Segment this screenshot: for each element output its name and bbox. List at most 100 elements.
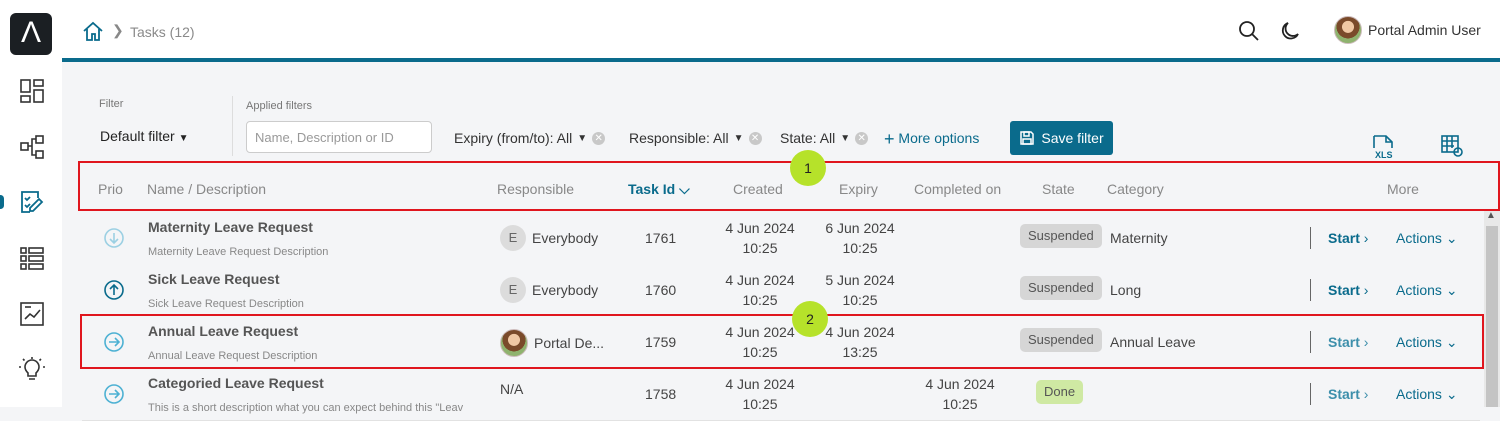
- start-label: Start: [1328, 282, 1360, 298]
- state-chip-label: State: All: [780, 130, 836, 146]
- actions-dropdown[interactable]: Actions ⌄: [1396, 386, 1458, 403]
- responsible-cell: E Everybody: [500, 277, 598, 303]
- col-expiry[interactable]: Expiry: [839, 181, 878, 197]
- col-prio[interactable]: Prio: [98, 181, 123, 197]
- status-badge: Suspended: [1020, 224, 1102, 248]
- user-menu[interactable]: Portal Admin User: [1334, 16, 1481, 44]
- home-icon[interactable]: [82, 20, 104, 42]
- created-date: 4 Jun 2024: [725, 376, 795, 392]
- task-description: This is a short description what you can…: [148, 402, 464, 414]
- app-logo[interactable]: Λ: [10, 13, 52, 55]
- start-button[interactable]: Start ›: [1328, 230, 1368, 246]
- col-more[interactable]: More: [1387, 181, 1419, 197]
- expiry-time: 10:25: [842, 240, 878, 256]
- responsible-name: Everybody: [532, 282, 599, 298]
- applied-filters-label: Applied filters: [246, 100, 313, 112]
- more-options-button[interactable]: + More options: [884, 129, 979, 150]
- status-badge: Done: [1036, 380, 1084, 404]
- report-icon[interactable]: [19, 301, 45, 327]
- dashboard-icon[interactable]: [19, 78, 45, 104]
- category-cell: Long: [1110, 282, 1142, 298]
- completed-date: 4 Jun 2024: [925, 376, 995, 392]
- actions-label: Actions: [1396, 230, 1442, 246]
- highlight-box-header: [78, 161, 1500, 211]
- expiry-date: 6 Jun 2024: [825, 220, 895, 236]
- created-cell: 4 Jun 2024 10:25: [722, 270, 798, 310]
- expiry-time: 10:25: [842, 292, 878, 308]
- chevron-right-icon: ›: [1363, 386, 1369, 402]
- clear-icon[interactable]: ✕: [855, 131, 869, 145]
- responsible-chip-label: Responsible: All: [629, 130, 729, 146]
- col-completed[interactable]: Completed on: [914, 181, 1001, 197]
- expiry-filter-chip[interactable]: Expiry (from/to): All ▼ ✕: [454, 130, 606, 146]
- avatar: [1334, 16, 1362, 44]
- task-title[interactable]: Categoried Leave Request: [148, 375, 324, 391]
- excel-export-icon[interactable]: XLS: [1370, 134, 1396, 160]
- more-options-label: More options: [898, 130, 980, 146]
- completed-cell: 4 Jun 2024 10:25: [922, 374, 998, 414]
- marker-2: 2: [792, 301, 828, 337]
- search-icon[interactable]: [1238, 20, 1260, 42]
- priority-normal-icon: [104, 384, 124, 404]
- expiry-chip-label: Expiry (from/to): All: [454, 130, 573, 146]
- col-state[interactable]: State: [1042, 181, 1075, 197]
- caret-down-icon: ▼: [577, 132, 588, 144]
- chevron-right-icon: ❯: [112, 22, 124, 38]
- created-cell: 4 Jun 2024 10:25: [722, 218, 798, 258]
- divider: [1310, 279, 1311, 301]
- process-icon[interactable]: [19, 134, 45, 160]
- chevron-down-icon: ⌄: [1445, 282, 1458, 298]
- user-name: Portal Admin User: [1368, 22, 1481, 38]
- active-indicator: [0, 195, 4, 209]
- save-filter-button[interactable]: Save filter: [1010, 121, 1113, 155]
- state-filter-chip[interactable]: State: All ▼ ✕: [780, 130, 869, 146]
- start-label: Start: [1328, 230, 1360, 246]
- table-settings-icon[interactable]: [1440, 134, 1464, 158]
- expiry-date: 5 Jun 2024: [825, 272, 895, 288]
- tasks-icon[interactable]: [19, 189, 45, 215]
- divider: [232, 96, 233, 156]
- col-name[interactable]: Name / Description: [147, 181, 266, 197]
- col-task-id-label: Task Id: [628, 181, 676, 197]
- col-responsible[interactable]: Responsible: [497, 181, 574, 197]
- task-description: Maternity Leave Request Description: [148, 246, 329, 258]
- lightbulb-icon[interactable]: [19, 356, 45, 382]
- actions-dropdown[interactable]: Actions ⌄: [1396, 230, 1458, 247]
- chevron-right-icon: ›: [1363, 282, 1369, 298]
- completed-cell: [922, 270, 998, 290]
- save-icon: [1020, 131, 1035, 145]
- filter-select[interactable]: Default filter ▼: [100, 128, 189, 144]
- plus-icon: +: [884, 129, 895, 149]
- scroll-up-icon[interactable]: ▲: [1486, 210, 1496, 221]
- responsible-filter-chip[interactable]: Responsible: All ▼ ✕: [629, 130, 762, 146]
- task-id: 1758: [645, 386, 677, 402]
- clear-icon[interactable]: ✕: [592, 131, 606, 145]
- chevron-down-icon: ⌄: [1445, 230, 1458, 246]
- moon-icon[interactable]: [1280, 20, 1302, 42]
- save-filter-label: Save filter: [1041, 130, 1104, 146]
- col-task-id[interactable]: Task Id ⌵: [628, 181, 690, 198]
- task-title[interactable]: Maternity Leave Request: [148, 219, 313, 235]
- created-time: 10:25: [742, 396, 778, 412]
- start-button[interactable]: Start ›: [1328, 282, 1368, 298]
- created-date: 4 Jun 2024: [725, 272, 795, 288]
- scrollbar-thumb[interactable]: [1486, 226, 1498, 407]
- col-category[interactable]: Category: [1107, 181, 1164, 197]
- search-input[interactable]: [246, 121, 432, 153]
- start-button[interactable]: Start ›: [1328, 386, 1368, 402]
- caret-down-icon: ▼: [840, 132, 851, 144]
- top-bar: ❯ Tasks (12) Portal Admin User: [62, 0, 1500, 62]
- highlight-box-row: [80, 314, 1484, 369]
- col-created[interactable]: Created: [733, 181, 783, 197]
- expiry-cell: [822, 374, 898, 394]
- clear-icon[interactable]: ✕: [748, 131, 762, 145]
- list-icon[interactable]: [19, 245, 45, 271]
- avatar-initial: E: [500, 277, 526, 303]
- category-cell: Maternity: [1110, 230, 1168, 246]
- completed-time: 10:25: [942, 396, 978, 412]
- task-title[interactable]: Sick Leave Request: [148, 271, 280, 287]
- responsible-cell: N/A: [500, 381, 523, 397]
- nav-rail: Λ: [0, 0, 62, 407]
- xls-label: XLS: [1375, 150, 1393, 160]
- actions-dropdown[interactable]: Actions ⌄: [1396, 282, 1458, 299]
